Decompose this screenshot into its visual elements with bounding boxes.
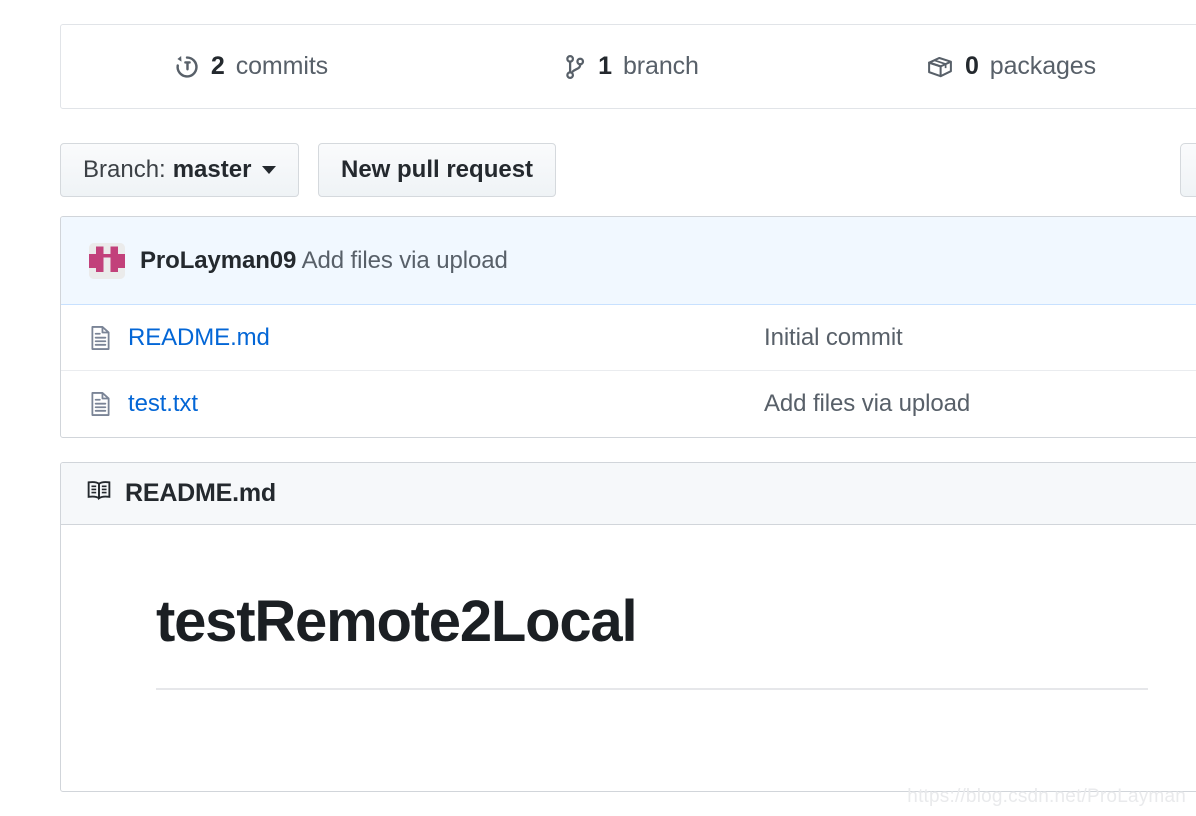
- avatar[interactable]: [89, 242, 125, 279]
- repository-stats-bar: 2 commits 1 branch 0 packages: [60, 24, 1196, 109]
- commit-message[interactable]: Add files via upload: [302, 247, 508, 274]
- stat-commits-label: commits: [235, 52, 329, 80]
- latest-commit-bar: ProLayman09 Add files via upload: [61, 217, 1196, 305]
- repository-page: 2 commits 1 branch 0 packages Branch: ma…: [0, 0, 1196, 816]
- file-link[interactable]: test.txt: [128, 390, 198, 418]
- readme-title: README.md: [125, 479, 276, 507]
- commit-author[interactable]: ProLayman09: [140, 247, 296, 274]
- file-name-cell: README.md: [89, 324, 764, 352]
- table-row: test.txt Add files via upload: [61, 371, 1196, 437]
- stat-packages-count: 0: [964, 52, 979, 80]
- book-icon: [86, 480, 112, 507]
- stat-branches-count: 1: [598, 52, 612, 80]
- file-icon: [89, 325, 112, 351]
- file-commit-message[interactable]: Initial commit: [764, 324, 903, 352]
- stat-packages-label: packages: [989, 52, 1097, 80]
- history-icon: [174, 54, 200, 80]
- branch-selector-prefix: Branch:: [83, 156, 166, 183]
- readme-heading-rule: [156, 687, 1148, 690]
- file-commit-message[interactable]: Add files via upload: [764, 390, 970, 418]
- table-row: README.md Initial commit: [61, 305, 1196, 371]
- stat-packages[interactable]: 0 packages: [821, 54, 1196, 80]
- readme-header: README.md: [61, 463, 1196, 525]
- file-icon: [89, 391, 112, 417]
- file-list: ProLayman09 Add files via upload README.…: [60, 216, 1196, 438]
- create-new-file-button[interactable]: [1180, 143, 1196, 197]
- chevron-down-icon: [262, 166, 277, 174]
- branch-selector-value: master: [172, 156, 252, 183]
- stat-commits-count: 2: [210, 52, 225, 80]
- repository-action-row: Branch: master New pull request: [60, 143, 1196, 197]
- stat-branches[interactable]: 1 branch: [441, 54, 821, 80]
- package-icon: [926, 54, 954, 80]
- watermark: https://blog.csdn.net/ProLayman: [907, 786, 1186, 807]
- stat-commits[interactable]: 2 commits: [61, 54, 441, 80]
- file-link[interactable]: README.md: [128, 324, 270, 352]
- stat-branches-label: branch: [622, 52, 699, 80]
- readme-heading: testRemote2Local: [156, 589, 638, 654]
- branch-selector-button[interactable]: Branch: master: [60, 143, 300, 197]
- new-pull-request-button[interactable]: New pull request: [318, 143, 557, 197]
- readme-body: testRemote2Local: [61, 525, 1196, 690]
- git-branch-icon: [563, 54, 587, 80]
- file-name-cell: test.txt: [89, 390, 764, 418]
- readme-panel: README.md testRemote2Local: [60, 462, 1196, 792]
- latest-commit-text: ProLayman09 Add files via upload: [140, 247, 508, 275]
